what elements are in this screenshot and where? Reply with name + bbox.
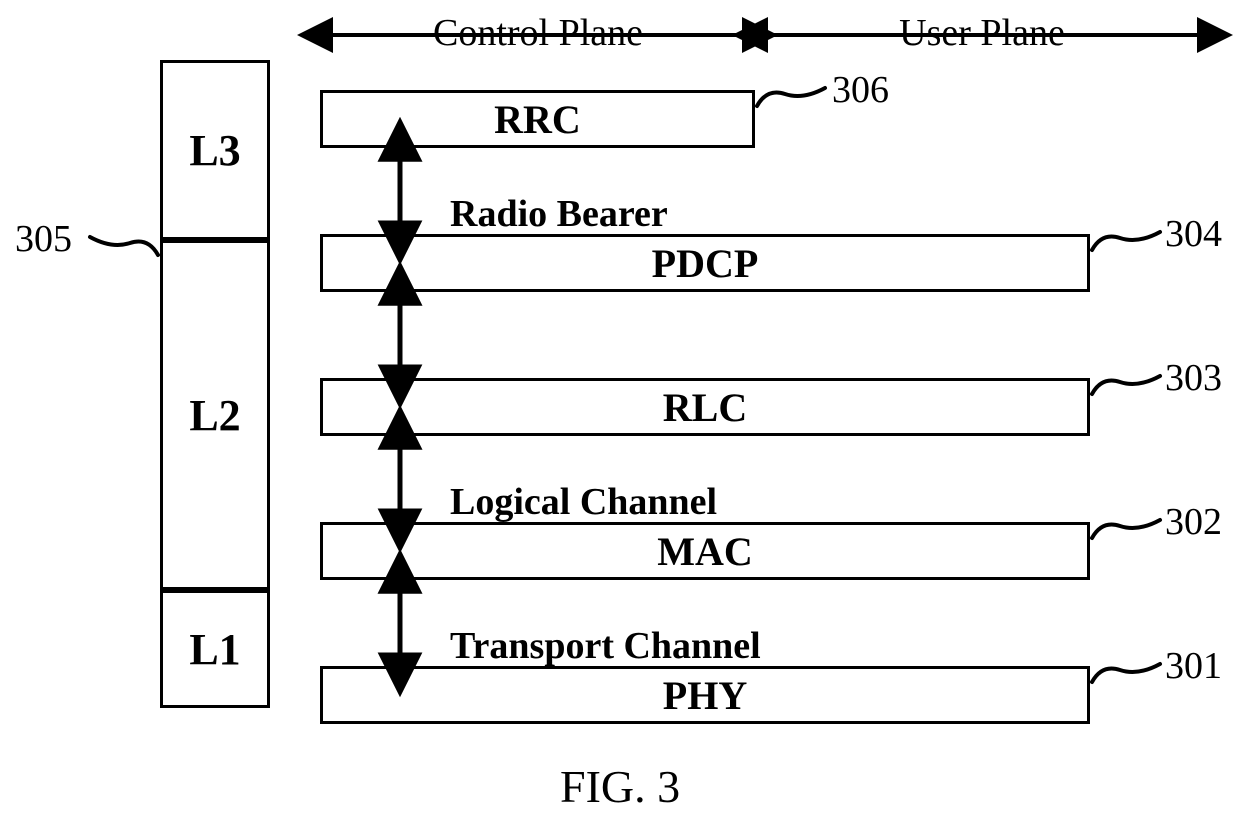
mac-box: MAC [320,522,1090,580]
rlc-label: RLC [663,384,747,431]
ref-304: 304 [1165,213,1222,255]
layer-l2-box: L2 [160,240,270,590]
rlc-box: RLC [320,378,1090,436]
pdcp-label: PDCP [652,240,759,287]
transport-channel-label: Transport Channel [450,624,761,668]
phy-box: PHY [320,666,1090,724]
rrc-box: RRC [320,90,755,148]
ref-302: 302 [1165,501,1222,543]
radio-bearer-label: Radio Bearer [450,192,668,236]
ref-306: 306 [832,69,889,111]
layer-l1-box: L1 [160,590,270,708]
ref-305: 305 [15,218,72,260]
user-plane-label: User Plane [899,12,1065,54]
ref-303: 303 [1165,357,1222,399]
control-plane-label: Control Plane [433,12,643,54]
ref-301: 301 [1165,645,1222,687]
rrc-label: RRC [494,96,581,143]
layer-l1-label: L1 [189,624,240,675]
layer-l2-label: L2 [189,390,240,441]
layer-l3-box: L3 [160,60,270,240]
layer-l3-label: L3 [189,125,240,176]
logical-channel-label: Logical Channel [450,480,717,524]
figure-stage: L3 L2 L1 RRC PDCP RLC MAC PHY Radio Bear… [0,0,1240,830]
figure-caption: FIG. 3 [560,760,680,813]
pdcp-box: PDCP [320,234,1090,292]
phy-label: PHY [663,672,747,719]
mac-label: MAC [657,528,753,575]
